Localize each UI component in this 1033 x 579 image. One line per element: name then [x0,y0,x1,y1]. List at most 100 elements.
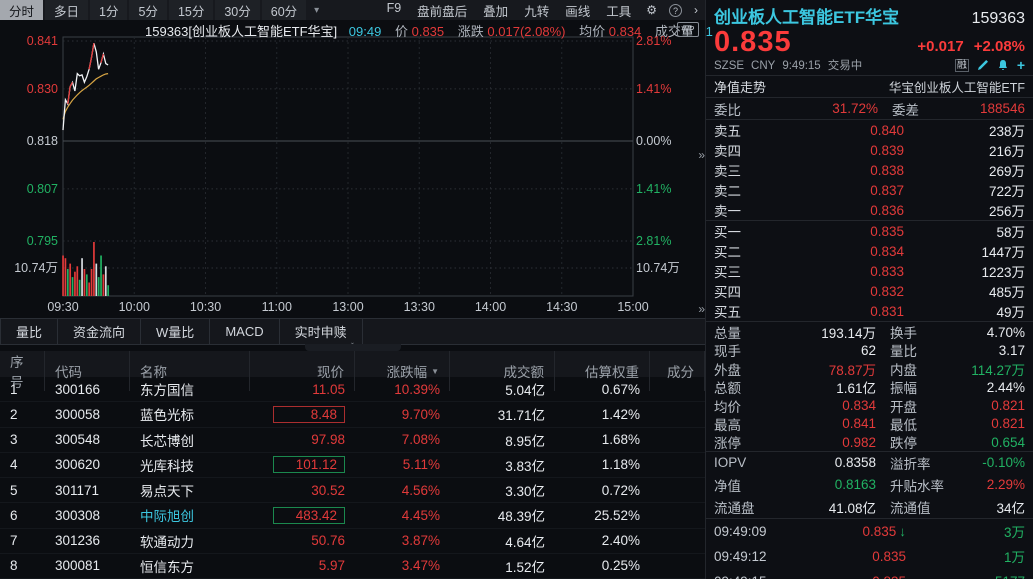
stat-label: 溢折率 [876,453,968,473]
row-index: 7 [0,533,45,548]
indicator-tab-W量比[interactable]: W量比 [141,319,210,344]
nav-trend-row[interactable]: 净值走势 华宝创业板人工智能ETF [706,76,1033,98]
stat-row-外盘: 外盘78.87万内盘114.27万 [706,359,1033,377]
table-row-300308[interactable]: 6300308中际旭创483.424.45%48.39亿25.52% [0,503,705,528]
stat-value: 114.27万 [968,359,1025,379]
tick-price: 0.835 [802,574,906,579]
indicator-tab-实时申赎[interactable]: 实时申赎 [280,319,363,344]
panel-collapse-icon[interactable]: » [698,148,705,162]
indicator-tab-资金流向[interactable]: 资金流向 [58,319,141,344]
toolbar-expand-icon[interactable]: › [687,2,705,18]
indicator-tab-量比[interactable]: 量比 [0,319,58,344]
toolbar-action-叠加[interactable]: 叠加 [475,0,516,21]
change-label: 涨跌 [458,24,484,39]
tick-row-09:49:09[interactable]: 09:49:090.835↓3万 [706,519,1033,544]
table-row-300058[interactable]: 2300058蓝色光标8.489.70%31.71亿1.42% [0,402,705,427]
weicha-value: 188546 [964,101,1025,116]
period-tab-30分[interactable]: 30分 [215,0,259,21]
row-index: 8 [0,558,45,573]
queue-price: 0.837 [764,183,904,198]
pct-axis-label: 1.41% [636,81,702,97]
toolbar-action-工具[interactable]: 工具 [598,0,639,21]
nav-trend-label: 净值走势 [714,77,766,96]
period-tab-15分[interactable]: 15分 [169,0,213,21]
tick-volume: 3万 [906,521,1025,541]
period-tab-多日[interactable]: 多日 [45,0,88,21]
ask-row-卖二[interactable]: 卖二0.837722万 [706,180,1033,200]
volume-value: 1 [706,24,713,39]
stock-change-pct: 7.08% [355,432,450,447]
indicator-tab-MACD[interactable]: MACD [210,319,279,344]
tick-row-09:49:15[interactable]: 09:49:150.8355177 [706,569,1033,579]
stock-name: 光库科技 [130,455,250,475]
collapse-chevron-icon[interactable]: ˇ [305,344,401,351]
stock-name: 软通动力 [130,531,250,551]
gear-icon[interactable]: ⚙ [639,2,664,18]
intraday-chart[interactable]: 159363[创业板人工智能ETF华宝] 09:49 价 0.835 涨跌 0.… [0,20,705,318]
stock-name: 蓝色光标 [130,404,250,424]
add-watchlist-icon[interactable]: + [1017,59,1025,71]
period-tab-60分[interactable]: 60分 [262,0,306,21]
stock-price: 101.12 [250,456,355,473]
queue-volume: 1223万 [904,261,1025,281]
margin-tag[interactable]: 融 [955,59,969,72]
queue-price: 0.835 [764,224,904,239]
trading-status: 交易中 [828,60,863,72]
period-dropdown-icon[interactable]: ▾ [308,5,325,16]
stat-row-最高: 最高0.841最低0.821 [706,414,1033,432]
ask-row-卖五[interactable]: 卖五0.840238万 [706,120,1033,140]
table-row-301236[interactable]: 7301236软通动力50.763.87%4.64亿2.40% [0,529,705,554]
tick-row-09:49:12[interactable]: 09:49:120.8351万 [706,544,1033,569]
ask-row-卖一[interactable]: 卖一0.836256万 [706,200,1033,220]
queue-label: 卖二 [714,180,764,200]
stock-weight: 1.18% [555,457,650,472]
order-imbalance-row: 委比 31.72% 委差 188546 [706,98,1033,120]
stock-weight: 2.40% [555,533,650,548]
bid-row-买四[interactable]: 买四0.832485万 [706,281,1033,301]
bid-row-买三[interactable]: 买三0.8331223万 [706,261,1033,281]
price-axis-label: 0.841 [0,33,58,49]
stock-weight: 1.68% [555,432,650,447]
queue-label: 买五 [714,301,764,321]
period-tab-分时[interactable]: 分时 [0,0,43,21]
stock-name: 长芯博创 [130,430,250,450]
table-row-301171[interactable]: 5301171易点天下30.524.56%3.30亿0.72% [0,478,705,503]
table-row-300081[interactable]: 8300081恒信东方5.973.47%1.52亿0.25% [0,554,705,579]
weicha-label: 委差 [878,99,964,119]
bid-row-买二[interactable]: 买二0.8341447万 [706,241,1033,261]
row-index: 1 [0,382,45,397]
queue-volume: 238万 [904,120,1025,140]
toolbar-action-画线[interactable]: 画线 [557,0,598,21]
stock-code: 300548 [45,432,130,447]
queue-price: 0.833 [764,264,904,279]
ask-row-卖三[interactable]: 卖三0.838269万 [706,160,1033,180]
stock-code: 300620 [45,457,130,472]
time-tick: 11:00 [262,300,292,314]
wp-monitor-icon[interactable]: WP [677,22,699,37]
toolbar-action-九转[interactable]: 九转 [516,0,557,21]
panel-collapse-icon-2[interactable]: » [698,302,705,316]
bid-row-买五[interactable]: 买五0.83149万 [706,301,1033,321]
stock-weight: 0.72% [555,483,650,498]
stock-change-pct: 5.11% [355,457,450,472]
stat-label: 内盘 [876,359,968,379]
iopv-block: IOPV0.8358溢折率-0.10%净值0.8163升贴水率2.29%流通盘4… [706,452,1033,518]
stock-weight: 0.25% [555,558,650,573]
queue-price: 0.831 [764,304,904,319]
bid-row-买一[interactable]: 买一0.83558万 [706,221,1033,241]
alert-bell-icon[interactable] [997,59,1009,71]
toolbar-actions: F9盘前盘后叠加九转画线工具 [379,0,640,21]
queue-price: 0.839 [764,143,904,158]
table-row-300548[interactable]: 3300548长芯博创97.987.08%8.95亿1.68% [0,428,705,453]
edit-pencil-icon[interactable] [977,59,989,71]
toolbar-action-盘前盘后[interactable]: 盘前盘后 [409,0,475,21]
table-row-300620[interactable]: 4300620光库科技101.125.11%3.83亿1.18% [0,453,705,478]
toolbar-action-F9[interactable]: F9 [379,0,410,21]
price-axis-label: 0.818 [0,133,58,149]
ask-row-卖四[interactable]: 卖四0.839216万 [706,140,1033,160]
stock-price: 5.97 [250,558,355,573]
help-icon[interactable]: ? [669,4,682,17]
period-tab-5分[interactable]: 5分 [129,0,166,21]
period-tab-1分[interactable]: 1分 [90,0,127,21]
table-row-300166[interactable]: 1300166东方国信11.0510.39%5.04亿0.67% [0,377,705,402]
